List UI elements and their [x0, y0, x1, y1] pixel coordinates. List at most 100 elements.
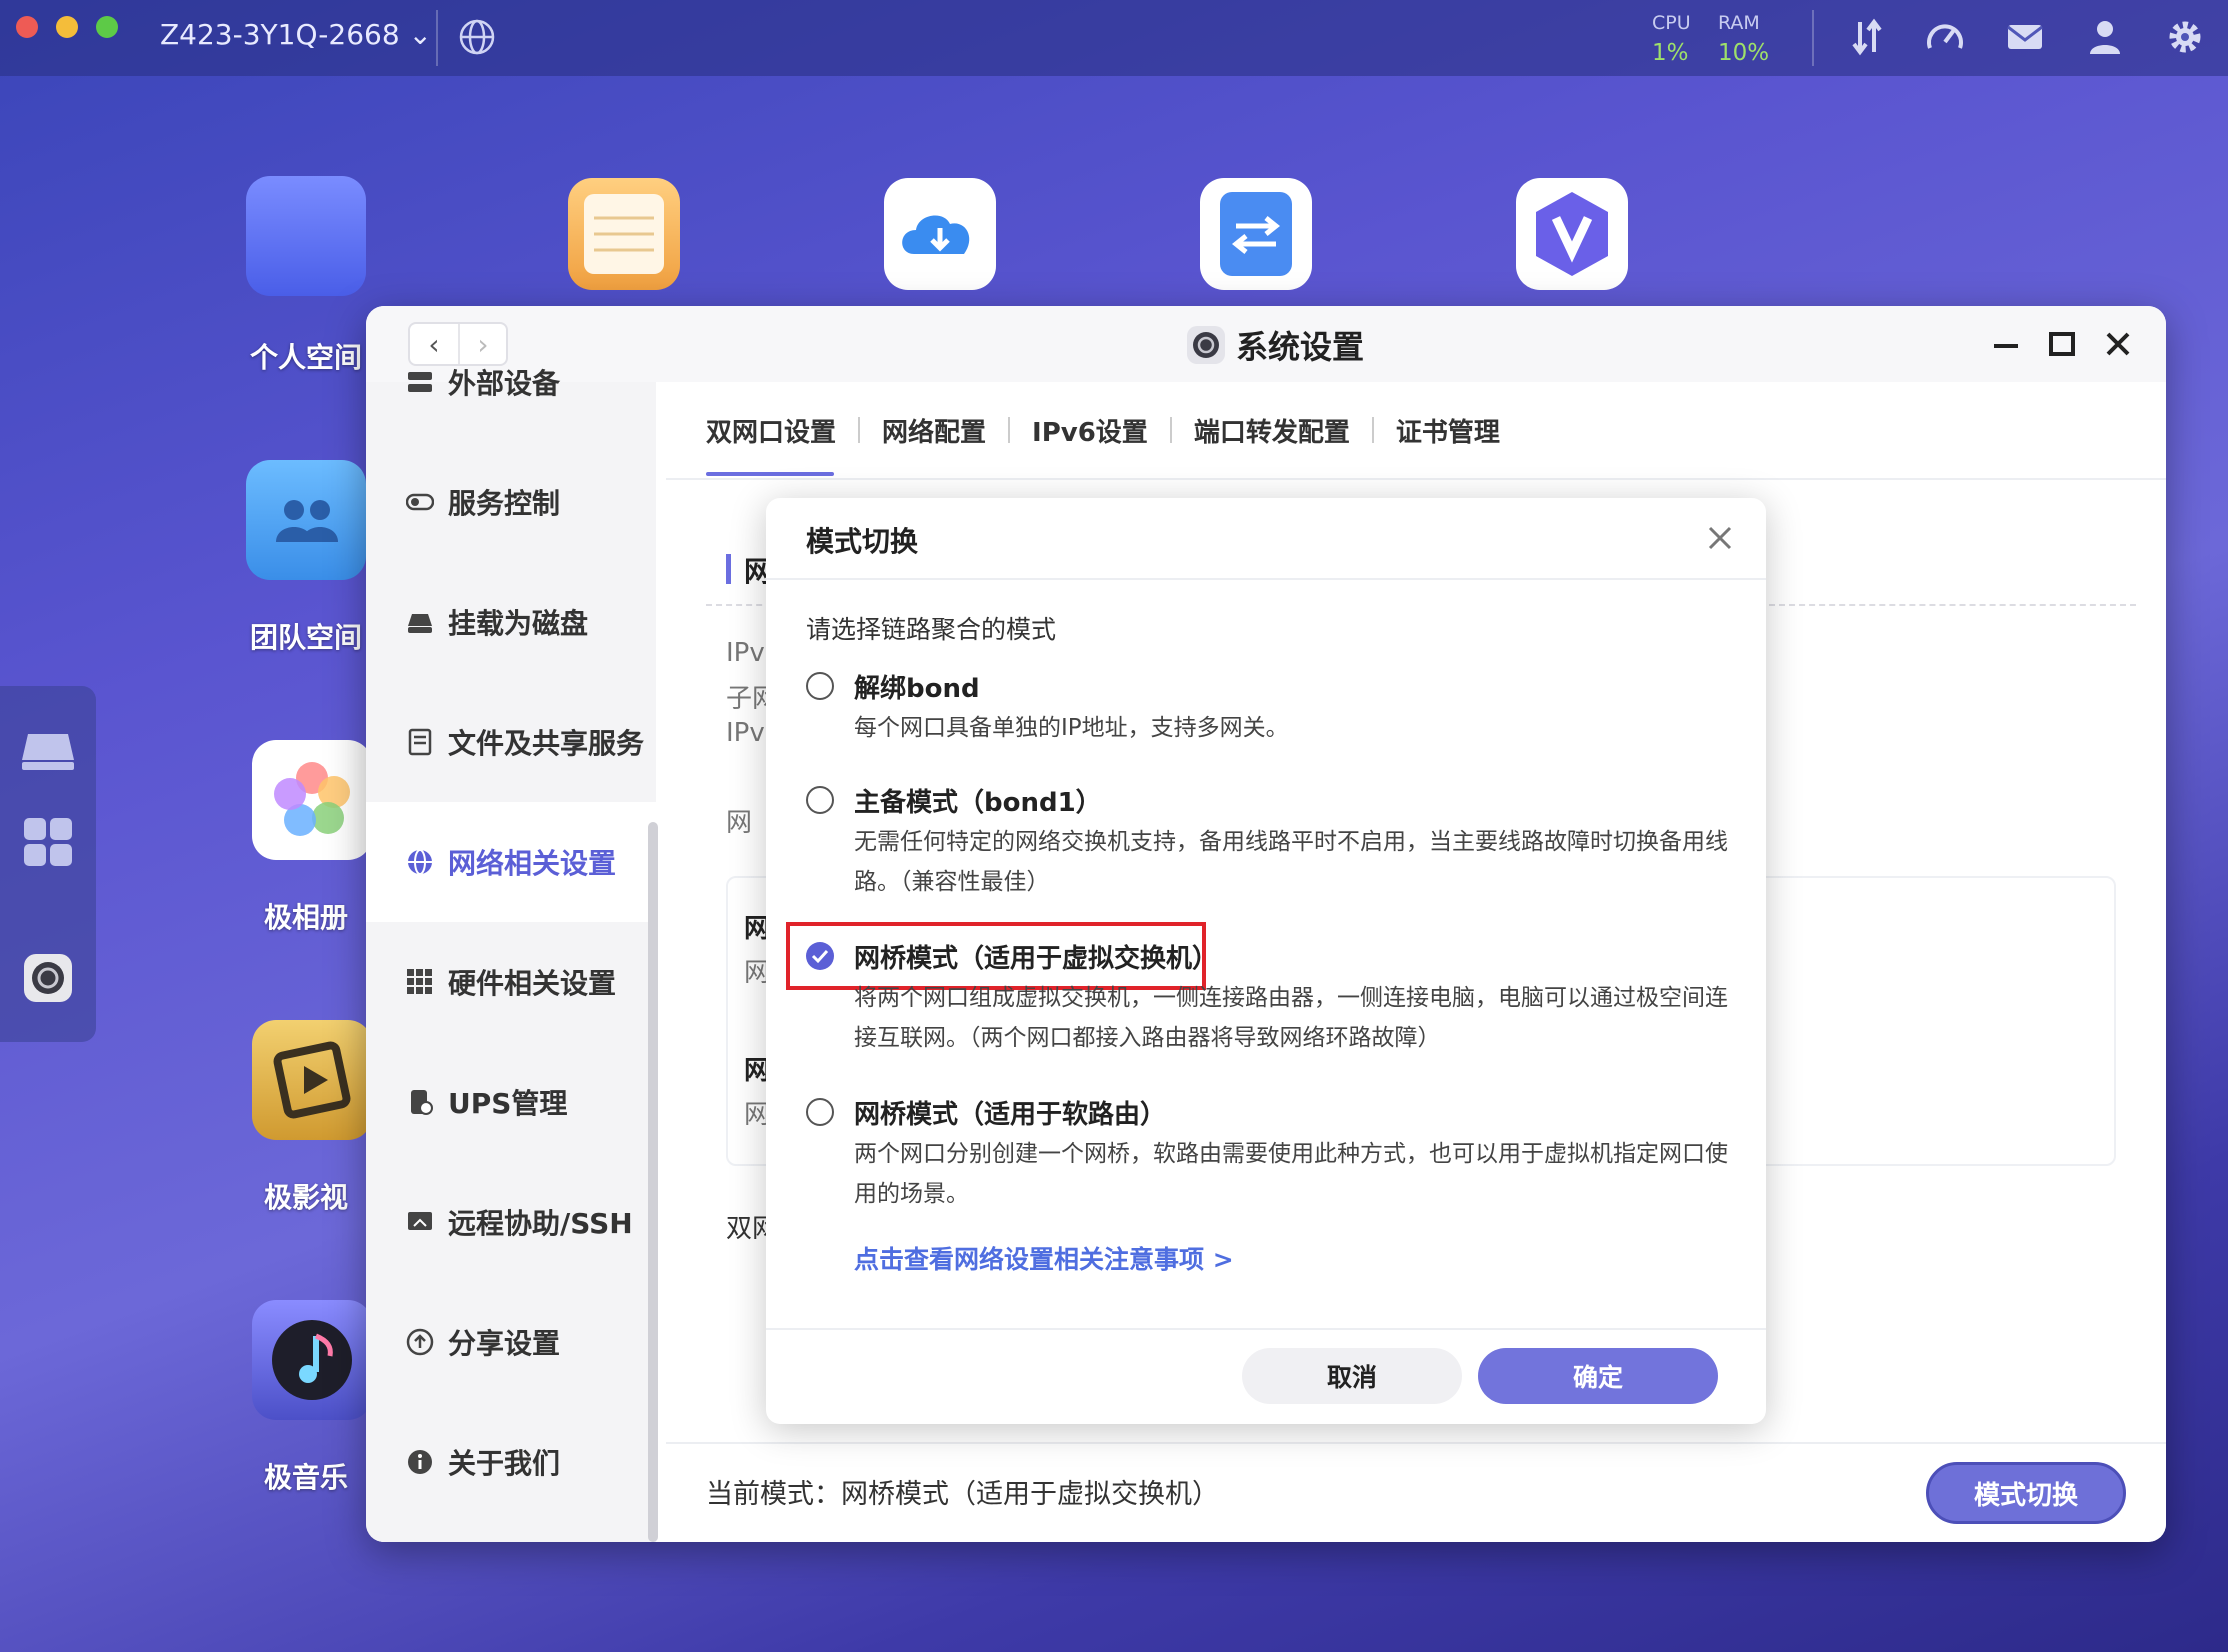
minimize-icon[interactable]	[1986, 324, 2026, 364]
network-globe-icon	[408, 849, 432, 875]
sidebar-item-mount-disk[interactable]: 挂载为磁盘	[366, 562, 656, 682]
radio-unbind-bond[interactable]	[806, 672, 834, 700]
option-desc-bridge-soft-router: 两个网口分别创建一个网桥，软路由需要使用此种方式，也可以用于虚拟机指定网口使用的…	[854, 1141, 1728, 1207]
tab-dual-port[interactable]: 双网口设置	[706, 382, 858, 478]
window-title: 系统设置	[1186, 322, 1364, 368]
sidebar-item-remote-ssh[interactable]: 远程协助/SSH	[366, 1162, 656, 1282]
ram-label: RAM	[1718, 12, 1760, 34]
photos-app-icon[interactable]	[252, 740, 372, 860]
drive-icon[interactable]	[18, 726, 78, 776]
mode-switch-button[interactable]: 模式切换	[1926, 1462, 2126, 1524]
sidebar-scrollbar[interactable]	[648, 822, 658, 1542]
tab-bar: 双网口设置 网络配置 IPv6设置 端口转发配置 证书管理	[706, 382, 1522, 478]
checkmark-icon	[811, 949, 829, 964]
sidebar-item-external-devices[interactable]: 外部设备	[366, 322, 656, 442]
footer-divider	[666, 1442, 2166, 1444]
radio-bridge-virtual-switch[interactable]	[806, 942, 834, 970]
close-icon[interactable]	[2098, 324, 2138, 364]
sidebar-item-service-control[interactable]: 服务控制	[366, 442, 656, 562]
grid-icon	[407, 969, 432, 994]
sidebar: 外部设备 服务控制 挂载为磁盘 文件及共享服务 网络相关设置 硬件相关设置 UP…	[366, 367, 658, 1542]
photo-flower-icon	[274, 762, 350, 836]
sidebar-item-label: 文件及共享服务	[448, 727, 645, 760]
sidebar-item-network-settings[interactable]: 网络相关设置	[366, 802, 656, 922]
confirm-button[interactable]: 确定	[1478, 1348, 1718, 1404]
external-device-icon	[408, 372, 432, 392]
notes-app-icon[interactable]	[568, 178, 680, 290]
tab-port-forward[interactable]: 端口转发配置	[1172, 382, 1372, 478]
section-accent-bar	[726, 554, 731, 584]
apps-grid-icon[interactable]	[22, 816, 74, 868]
radio-bridge-soft-router[interactable]	[806, 1098, 834, 1126]
music-note-icon	[272, 1320, 352, 1400]
dialog-title: 模式切换	[806, 525, 919, 558]
toggle-icon	[406, 493, 434, 511]
v-hexagon-icon	[1536, 192, 1608, 276]
device-name-dropdown[interactable]: Z423-3Y1Q-2668 ⌄	[160, 18, 432, 51]
share-icon	[406, 1328, 434, 1356]
sidebar-item-file-share[interactable]: 文件及共享服务	[366, 682, 656, 802]
radio-active-backup[interactable]	[806, 786, 834, 814]
transfer-icon[interactable]	[1846, 16, 1888, 58]
sidebar-item-label: 挂载为磁盘	[448, 607, 589, 640]
personal-space-folder-icon[interactable]	[246, 176, 366, 296]
minimize-window-dot[interactable]	[56, 16, 78, 38]
tab-ipv6[interactable]: IPv6设置	[1010, 382, 1170, 478]
left-dock	[0, 686, 96, 1042]
dialog-footer-divider	[766, 1328, 1766, 1330]
file-share-icon	[408, 728, 432, 756]
network-notes-link[interactable]: 点击查看网络设置相关注意事项 >	[854, 1240, 1234, 1276]
gear-icon[interactable]	[2164, 16, 2206, 58]
option-desc-active-backup: 无需任何特定的网络交换机支持，备用线路平时不启用，当主要线路故障时切换备用线路。…	[854, 829, 1728, 895]
sidebar-item-share-settings[interactable]: 分享设置	[366, 1282, 656, 1402]
speedometer-icon[interactable]	[1924, 16, 1966, 58]
close-window-dot[interactable]	[16, 16, 38, 38]
option-title-bridge-soft-router[interactable]: 网桥模式（适用于软路由）	[854, 1094, 1166, 1131]
mode-switch-dialog: 模式切换 请选择链路聚合的模式 解绑bond 每个网口具备单独的IP地址，支持多…	[766, 498, 1766, 1424]
sidebar-item-label: 硬件相关设置	[448, 967, 617, 1000]
sidebar-item-label: 外部设备	[448, 367, 561, 400]
sidebar-item-about[interactable]: 关于我们	[366, 1402, 656, 1522]
team-space-folder-icon[interactable]	[246, 460, 366, 580]
tab-network-config[interactable]: 网络配置	[860, 382, 1008, 478]
file-transfer-app-icon[interactable]	[1200, 178, 1312, 290]
team-people-icon	[276, 500, 338, 542]
sidebar-item-ups[interactable]: UPS管理	[366, 1042, 656, 1162]
globe-icon[interactable]	[458, 18, 496, 56]
dialog-prompt: 请选择链路聚合的模式	[806, 615, 1057, 644]
sidebar-item-label: UPS管理	[448, 1087, 568, 1120]
sidebar-item-label: 分享设置	[448, 1327, 561, 1360]
film-icon	[273, 1041, 351, 1119]
dialog-header-divider	[766, 578, 1766, 580]
cloud-download-icon	[902, 215, 970, 254]
sidebar-item-label: 服务控制	[448, 487, 561, 520]
gateway-label-fragment: 网	[726, 808, 753, 838]
document-transfer-icon	[1220, 192, 1292, 276]
tabs-divider	[666, 478, 2166, 480]
cancel-button[interactable]: 取消	[1242, 1348, 1462, 1404]
maximize-window-dot[interactable]	[96, 16, 118, 38]
dialog-close-icon[interactable]	[1700, 518, 1740, 558]
v-app-icon[interactable]	[1516, 178, 1628, 290]
remote-screen-icon	[408, 1212, 432, 1230]
topbar-divider	[1812, 10, 1814, 66]
option-desc-bridge-virtual-switch: 将两个网口组成虚拟交换机，一侧连接路由器，一侧连接电脑，电脑可以通过极空间连接互…	[854, 985, 1728, 1051]
option-title-unbind-bond[interactable]: 解绑bond	[854, 668, 980, 705]
tab-certificate[interactable]: 证书管理	[1374, 382, 1522, 478]
option-title-bridge-virtual-switch[interactable]: 网桥模式（适用于虚拟交换机）	[854, 938, 1218, 975]
option-title-active-backup[interactable]: 主备模式（bond1）	[854, 782, 1102, 819]
sidebar-item-hardware-settings[interactable]: 硬件相关设置	[366, 922, 656, 1042]
ram-value: 10%	[1718, 40, 1770, 66]
user-icon[interactable]	[2084, 16, 2126, 58]
system-settings-dock-icon[interactable]	[22, 952, 74, 1004]
info-icon	[408, 1450, 432, 1474]
sidebar-item-label: 网络相关设置	[448, 847, 617, 880]
maximize-icon[interactable]	[2042, 324, 2082, 364]
music-app-icon[interactable]	[252, 1300, 372, 1420]
download-app-icon[interactable]	[884, 178, 996, 290]
cpu-label: CPU	[1652, 12, 1691, 34]
ipv4b-label-fragment: IPv	[726, 718, 765, 748]
video-app-icon[interactable]	[252, 1020, 372, 1140]
sidebar-item-label: 关于我们	[448, 1447, 561, 1480]
mail-icon[interactable]	[2004, 16, 2046, 58]
